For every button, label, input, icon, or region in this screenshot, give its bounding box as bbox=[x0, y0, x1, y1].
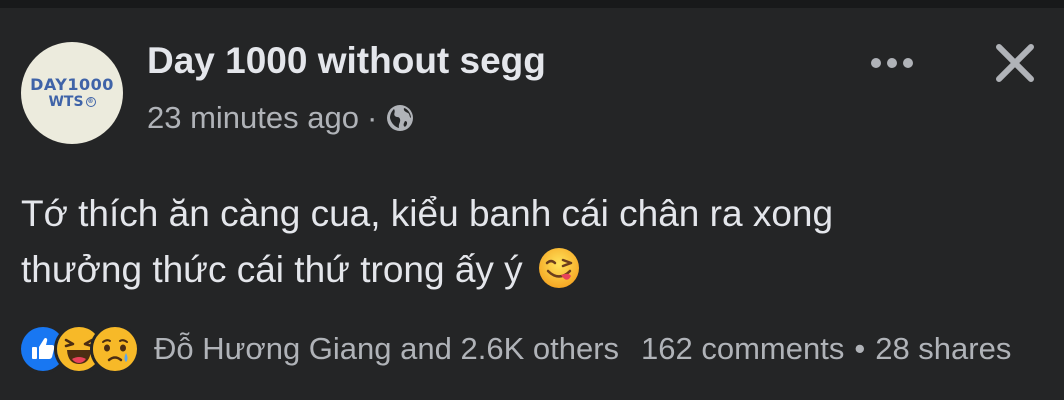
ellipsis-icon bbox=[871, 58, 913, 68]
avatar-line1: DAY1000 bbox=[30, 74, 114, 94]
post-body: Tớ thích ăn càng cua, kiểu banh cái chân… bbox=[21, 186, 1051, 298]
avatar-line2: WTS ® bbox=[48, 94, 96, 111]
close-icon bbox=[996, 44, 1034, 82]
top-strip bbox=[0, 0, 1064, 8]
page-avatar[interactable]: DAY1000 WTS ® bbox=[21, 42, 123, 144]
reactions-summary[interactable]: Đỗ Hương Giang and 2.6K others bbox=[154, 331, 619, 367]
close-button[interactable] bbox=[990, 38, 1040, 88]
post-footer: Đỗ Hương Giang and 2.6K others 162 comme… bbox=[18, 324, 1011, 374]
page-name[interactable]: Day 1000 without segg bbox=[147, 40, 546, 82]
more-options-button[interactable] bbox=[866, 48, 918, 78]
sad-icon bbox=[90, 324, 140, 374]
face-savoring-food-icon bbox=[537, 246, 581, 290]
post-meta: 23 minutes ago · bbox=[147, 100, 415, 136]
meta-separator: · bbox=[366, 100, 378, 135]
comments-count[interactable]: 162 comments bbox=[641, 331, 844, 367]
trademark-icon: ® bbox=[85, 97, 96, 108]
shares-count[interactable]: 28 shares bbox=[875, 331, 1011, 367]
avatar-line2-text: WTS bbox=[48, 94, 84, 111]
globe-icon bbox=[385, 103, 415, 133]
post-timestamp[interactable]: 23 minutes ago bbox=[147, 100, 359, 136]
post-text-line-2-wrap: thưởng thức cái thứ trong ấy ý bbox=[21, 242, 1051, 298]
footer-separator: • bbox=[854, 331, 866, 366]
post-text-line-2: thưởng thức cái thứ trong ấy ý bbox=[21, 249, 523, 290]
post-text-line-1: Tớ thích ăn càng cua, kiểu banh cái chân… bbox=[21, 193, 834, 234]
reaction-icons[interactable] bbox=[18, 324, 140, 374]
